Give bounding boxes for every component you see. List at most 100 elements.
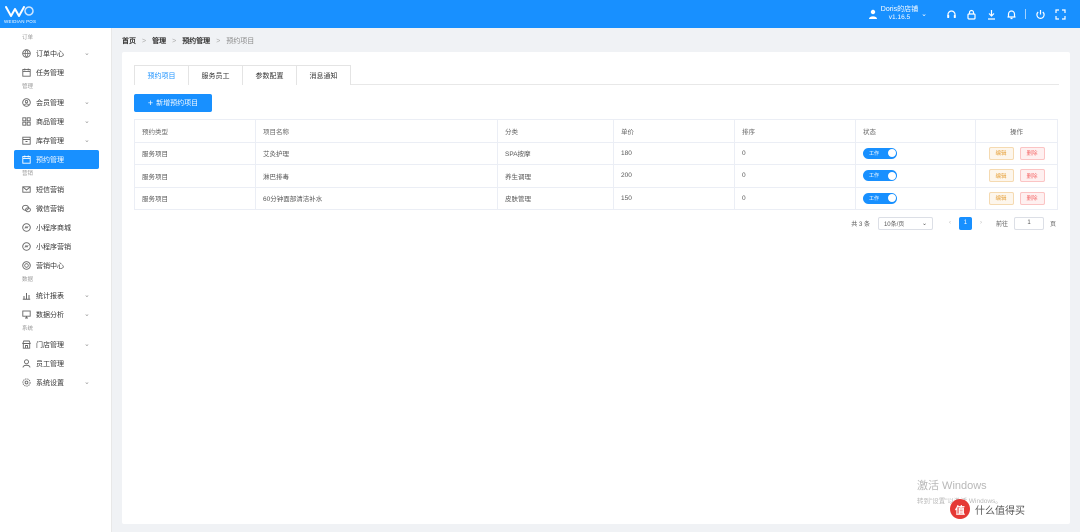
user-menu[interactable]: Doris的店铺 v1.16.5 ⌄ [868, 6, 927, 22]
sidebar-item-system-settings[interactable]: 系统设置 ⌄ [0, 373, 111, 392]
mini-program-icon [22, 242, 31, 251]
toggle-knob [887, 194, 896, 203]
sidebar-item-label: 任务管理 [36, 69, 64, 77]
table-row: 服务项目 60分钟面部清洁补水 皮肤管理 150 0 工作 编辑 删除 [134, 187, 1058, 210]
watermark-title: 激活 Windows [917, 480, 987, 492]
cell-name: 艾灸护理 [255, 142, 498, 165]
sidebar: 订单 订单中心 ⌄ 任务管理 管理 会员管理 ⌄ 商品管理 ⌄ 库存管理 ⌄ 预… [0, 28, 112, 532]
calendar-icon [22, 155, 31, 164]
tab-service-staff[interactable]: 服务员工 [188, 65, 243, 85]
cell-type: 服务项目 [134, 142, 256, 165]
page-size-select[interactable]: 10条/页 ⌄ [877, 216, 933, 230]
download-icon[interactable] [986, 9, 997, 20]
sidebar-item-order-center[interactable]: 订单中心 ⌄ [0, 44, 111, 63]
grid-icon [22, 117, 31, 126]
source-badge: 值 什么值得买 [950, 499, 1025, 519]
sidebar-item-stock-manage[interactable]: 库存管理 ⌄ [0, 131, 111, 150]
sidebar-item-staff-manage[interactable]: 员工管理 [0, 354, 111, 373]
edit-button[interactable]: 编辑 [988, 191, 1014, 205]
chevron-down-icon: ⌄ [84, 341, 90, 348]
add-booking-item-button[interactable]: + 新增预约项目 [134, 94, 212, 112]
sidebar-item-mini-marketing[interactable]: 小程序营销 [0, 237, 111, 256]
sidebar-item-label: 统计报表 [36, 292, 64, 300]
sidebar-item-label: 小程序商城 [36, 224, 71, 232]
sidebar-item-stats-report[interactable]: 统计报表 ⌄ [0, 286, 111, 305]
cell-price: 180 [613, 142, 735, 165]
column-header-sort: 排序 [734, 119, 856, 143]
badge-label: 什么值得买 [975, 505, 1025, 517]
cell-category: 养生调理 [497, 164, 614, 188]
next-page-icon[interactable]: › [976, 220, 986, 226]
status-toggle[interactable]: 工作 [863, 192, 897, 204]
tab-booking-items[interactable]: 预约项目 [134, 65, 189, 85]
chevron-down-icon: ⌄ [921, 11, 927, 18]
sidebar-item-label: 门店管理 [36, 341, 64, 349]
edit-button[interactable]: 编辑 [988, 169, 1014, 183]
sidebar-item-store-manage[interactable]: 门店管理 ⌄ [0, 335, 111, 354]
bell-icon[interactable] [1006, 9, 1017, 20]
headset-icon[interactable] [946, 9, 957, 20]
table-header-row: 预约类型 项目名称 分类 单价 排序 状态 操作 [134, 119, 1058, 143]
sidebar-item-task-manage[interactable]: 任务管理 [0, 63, 111, 82]
breadcrumb-manage[interactable]: 管理 [152, 36, 166, 46]
toggle-knob [887, 171, 896, 180]
sidebar-item-product-manage[interactable]: 商品管理 ⌄ [0, 112, 111, 131]
status-toggle[interactable]: 工作 [863, 170, 897, 182]
sidebar-item-label: 员工管理 [36, 360, 64, 368]
divider [1025, 9, 1026, 19]
delete-button[interactable]: 删除 [1019, 191, 1045, 205]
status-toggle[interactable]: 工作 [863, 147, 897, 159]
monitor-icon [22, 310, 31, 319]
table-row: 服务项目 艾灸护理 SPA按摩 180 0 工作 编辑 删除 [134, 142, 1058, 165]
app-logo[interactable]: WEIDIAN POS [0, 0, 112, 28]
sidebar-item-mini-shop[interactable]: 小程序商城 [0, 218, 111, 237]
edit-button[interactable]: 编辑 [988, 146, 1014, 160]
column-header-actions: 操作 [975, 119, 1058, 143]
delete-button[interactable]: 删除 [1019, 169, 1045, 183]
page-unit-label: 页 [1049, 221, 1056, 228]
sidebar-group-data: 数据 [22, 277, 34, 283]
power-icon[interactable] [1035, 9, 1046, 20]
bar-chart-icon [22, 291, 31, 300]
plus-icon: + [147, 97, 154, 108]
cell-category: 皮肤管理 [497, 187, 614, 210]
cell-name: 60分钟面部清洁补水 [255, 187, 498, 210]
goto-page-input[interactable]: 1 [1013, 216, 1044, 230]
breadcrumb-booking-manage[interactable]: 预约管理 [182, 36, 210, 46]
breadcrumb: 首页 > 管理 > 预约管理 > 预约项目 [122, 35, 254, 47]
delete-button[interactable]: 删除 [1019, 146, 1045, 160]
page-number-current[interactable]: 1 [958, 216, 972, 230]
sidebar-item-booking-manage[interactable]: 预约管理 [14, 150, 99, 169]
total-count: 共 3 条 [851, 221, 870, 228]
sidebar-item-label: 系统设置 [36, 379, 64, 387]
store-icon [22, 340, 31, 349]
tab-params-config[interactable]: 参数配置 [242, 65, 297, 85]
fullscreen-icon[interactable] [1055, 8, 1066, 20]
chevron-down-icon: ⌄ [84, 379, 90, 386]
sidebar-item-marketing-center[interactable]: 营销中心 [0, 256, 111, 275]
sidebar-item-data-analysis[interactable]: 数据分析 ⌄ [0, 305, 111, 324]
breadcrumb-home[interactable]: 首页 [122, 36, 136, 46]
mail-icon [22, 185, 31, 194]
prev-page-icon[interactable]: ‹ [945, 220, 955, 226]
lock-icon[interactable] [966, 9, 977, 20]
add-button-label: 新增预约项目 [156, 100, 199, 107]
logo-text: WEIDIAN POS [4, 19, 37, 24]
sidebar-item-member-manage[interactable]: 会员管理 ⌄ [0, 93, 111, 112]
tab-notifications[interactable]: 消息通知 [296, 65, 351, 85]
sidebar-item-label: 预约管理 [36, 156, 64, 164]
breadcrumb-current: 预约项目 [226, 38, 255, 45]
chevron-down-icon: ⌄ [84, 137, 90, 144]
target-icon [22, 261, 31, 270]
main-card: 预约项目 服务员工 参数配置 消息通知 + 新增预约项目 预约类型 项目名称 分… [122, 52, 1070, 524]
sidebar-item-label: 商品管理 [36, 118, 64, 126]
sidebar-group-marketing: 营销 [22, 171, 34, 177]
sidebar-item-sms-marketing[interactable]: 短信营销 [0, 180, 111, 199]
chevron-down-icon: ⌄ [84, 311, 90, 318]
sidebar-group-order: 订单 [22, 35, 34, 41]
chevron-down-icon: ⌄ [84, 118, 90, 125]
cell-category: SPA按摩 [497, 142, 614, 165]
sidebar-item-wechat-marketing[interactable]: 微信营销 [0, 199, 111, 218]
sidebar-item-label: 短信营销 [36, 186, 64, 194]
chevron-down-icon: ⌄ [84, 292, 90, 299]
